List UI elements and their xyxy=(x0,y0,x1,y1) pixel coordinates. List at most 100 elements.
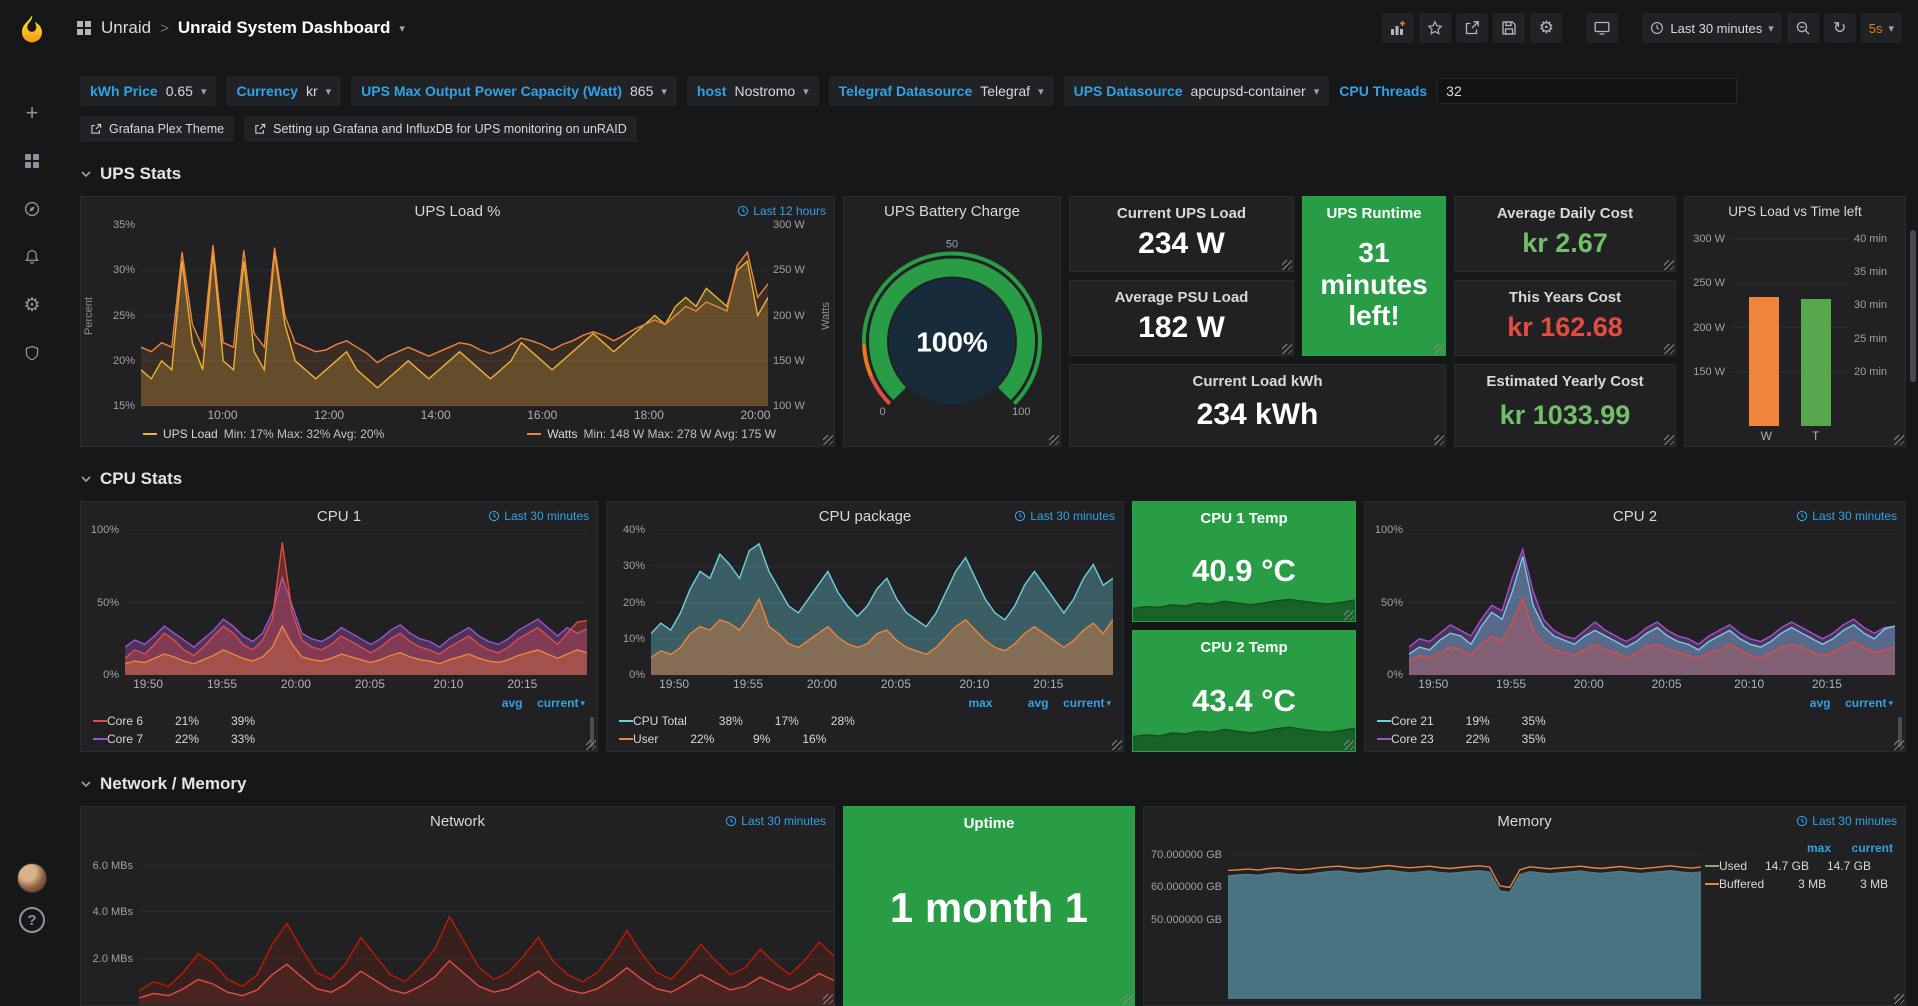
series-name[interactable]: User xyxy=(633,732,658,746)
legend-header-max[interactable]: max xyxy=(936,696,992,710)
help-button[interactable]: ? xyxy=(19,907,45,933)
panel-time-range[interactable]: Last 12 hours xyxy=(737,204,826,218)
series-name[interactable]: Watts xyxy=(547,427,577,441)
panel-title[interactable]: Network xyxy=(430,813,485,830)
panel-title[interactable]: Memory xyxy=(1497,813,1551,830)
panel-resize-handle[interactable] xyxy=(1894,435,1904,445)
panel-title[interactable]: UPS Load % xyxy=(415,203,501,220)
add-panel-button[interactable] xyxy=(1382,13,1414,43)
variable-currency[interactable]: Currency kr ▾ xyxy=(226,76,341,106)
save-dashboard-button[interactable] xyxy=(1493,13,1525,43)
variable-value[interactable]: 865 xyxy=(630,83,653,99)
refresh-button[interactable]: ↻ xyxy=(1824,13,1856,43)
zoom-out-button[interactable] xyxy=(1787,13,1819,43)
panel-resize-handle[interactable] xyxy=(1894,740,1904,750)
panel-resize-handle[interactable] xyxy=(1344,740,1354,750)
series-name[interactable]: CPU Total xyxy=(633,714,687,728)
panel-title[interactable]: Average PSU Load xyxy=(1070,289,1293,306)
panel-resize-handle[interactable] xyxy=(1282,344,1292,354)
variable-telegraf-datasource[interactable]: Telegraf Datasource Telegraf ▾ xyxy=(829,76,1054,106)
panel-resize-handle[interactable] xyxy=(1664,260,1674,270)
panel-resize-handle[interactable] xyxy=(1112,740,1122,750)
series-name[interactable]: Core 21 xyxy=(1391,714,1434,728)
panel-time-range[interactable]: Last 30 minutes xyxy=(1796,509,1897,523)
time-picker-button[interactable]: Last 30 minutes ▾ xyxy=(1642,13,1781,43)
panel-title[interactable]: CPU 2 xyxy=(1613,508,1657,525)
tv-mode-button[interactable] xyxy=(1586,13,1618,43)
page-title[interactable]: Unraid System Dashboard xyxy=(178,18,391,38)
panel-time-range[interactable]: Last 30 minutes xyxy=(1014,509,1115,523)
section-ups-stats[interactable]: UPS Stats xyxy=(80,164,1906,184)
star-dashboard-button[interactable] xyxy=(1419,13,1451,43)
sidebar-alerting-button[interactable] xyxy=(11,238,53,276)
panel-title[interactable]: CPU 1 xyxy=(317,508,361,525)
legend-header-avg[interactable]: avg xyxy=(466,696,522,710)
panel-resize-handle[interactable] xyxy=(1123,994,1133,1004)
panel-time-range[interactable]: Last 30 minutes xyxy=(488,509,589,523)
panel-time-range[interactable]: Last 30 minutes xyxy=(1796,814,1897,828)
refresh-interval-button[interactable]: 5s ▾ xyxy=(1861,13,1902,43)
panel-resize-handle[interactable] xyxy=(1434,344,1444,354)
bar-time-left[interactable] xyxy=(1801,299,1831,426)
avatar[interactable] xyxy=(17,863,47,893)
variable-host[interactable]: host Nostromo ▾ xyxy=(687,76,819,106)
window-scrollbar[interactable] xyxy=(1910,230,1916,382)
panel-resize-handle[interactable] xyxy=(1282,260,1292,270)
grafana-logo[interactable] xyxy=(8,8,56,52)
panel-title[interactable]: UPS Load vs Time left xyxy=(1728,204,1862,219)
legend-header-avg[interactable]: avg xyxy=(1774,696,1830,710)
panel-title[interactable]: Uptime xyxy=(844,815,1134,832)
legend-header-current[interactable]: current xyxy=(1831,841,1893,855)
legend-header-current[interactable]: current xyxy=(522,696,578,710)
panel-time-range[interactable]: Last 30 minutes xyxy=(725,814,826,828)
share-dashboard-button[interactable] xyxy=(1456,13,1488,43)
panel-resize-handle[interactable] xyxy=(1344,610,1354,620)
series-name[interactable]: Core 7 xyxy=(107,732,143,746)
variable-value[interactable]: kr xyxy=(306,83,318,99)
panel-title[interactable]: Current UPS Load xyxy=(1070,205,1293,222)
panel-resize-handle[interactable] xyxy=(823,994,833,1004)
panel-title[interactable]: Average Daily Cost xyxy=(1455,205,1675,222)
panel-title[interactable]: CPU 1 Temp xyxy=(1133,510,1355,527)
panel-title[interactable]: UPS Battery Charge xyxy=(884,203,1020,220)
panel-resize-handle[interactable] xyxy=(1049,435,1059,445)
sidebar-configuration-button[interactable]: ⚙ xyxy=(11,286,53,324)
variable-ups-max-output[interactable]: UPS Max Output Power Capacity (Watt) 865… xyxy=(351,76,677,106)
network-chart[interactable] xyxy=(139,835,834,1005)
cpu1-chart[interactable] xyxy=(125,530,587,675)
cpu-package-chart[interactable] xyxy=(651,530,1113,675)
sidebar-create-button[interactable]: + xyxy=(11,94,53,132)
cpu-threads-input[interactable] xyxy=(1437,78,1737,104)
bar-watts[interactable] xyxy=(1749,297,1779,426)
bar-chart[interactable] xyxy=(1731,225,1849,426)
ups-load-chart[interactable] xyxy=(141,225,768,406)
sidebar-server-admin-button[interactable] xyxy=(11,334,53,372)
dashboard-settings-button[interactable]: ⚙ xyxy=(1530,13,1562,43)
variable-kwh-price[interactable]: kWh Price 0.65 ▾ xyxy=(80,76,216,106)
panel-resize-handle[interactable] xyxy=(1664,344,1674,354)
panel-title[interactable]: UPS Runtime xyxy=(1303,205,1445,222)
variable-ups-datasource[interactable]: UPS Datasource apcupsd-container ▾ xyxy=(1064,76,1330,106)
memory-chart[interactable] xyxy=(1228,835,1701,999)
link-grafana-plex-theme[interactable]: Grafana Plex Theme xyxy=(80,116,234,142)
breadcrumb-folder[interactable]: Unraid xyxy=(101,18,151,38)
panel-resize-handle[interactable] xyxy=(586,740,596,750)
sidebar-dashboards-button[interactable] xyxy=(11,142,53,180)
panel-title[interactable]: Current Load kWh xyxy=(1070,373,1445,390)
cpu2-chart[interactable] xyxy=(1409,530,1895,675)
series-name[interactable]: Core 23 xyxy=(1391,732,1434,746)
series-name[interactable]: Buffered xyxy=(1719,877,1764,891)
series-name[interactable]: Used xyxy=(1719,859,1747,873)
legend-header-current[interactable]: current xyxy=(1048,696,1104,710)
panel-resize-handle[interactable] xyxy=(823,435,833,445)
panel-resize-handle[interactable] xyxy=(1894,994,1904,1004)
link-ups-monitoring-guide[interactable]: Setting up Grafana and InfluxDB for UPS … xyxy=(244,116,637,142)
panel-resize-handle[interactable] xyxy=(1434,435,1444,445)
legend-header-avg[interactable]: avg xyxy=(992,696,1048,710)
legend-header-max[interactable]: max xyxy=(1769,841,1831,855)
title-caret-icon[interactable]: ▾ xyxy=(399,22,405,35)
section-cpu-stats[interactable]: CPU Stats xyxy=(80,469,1906,489)
sidebar-explore-button[interactable] xyxy=(11,190,53,228)
variable-value[interactable]: Telegraf xyxy=(980,83,1030,99)
panel-title[interactable]: CPU 2 Temp xyxy=(1133,639,1355,656)
